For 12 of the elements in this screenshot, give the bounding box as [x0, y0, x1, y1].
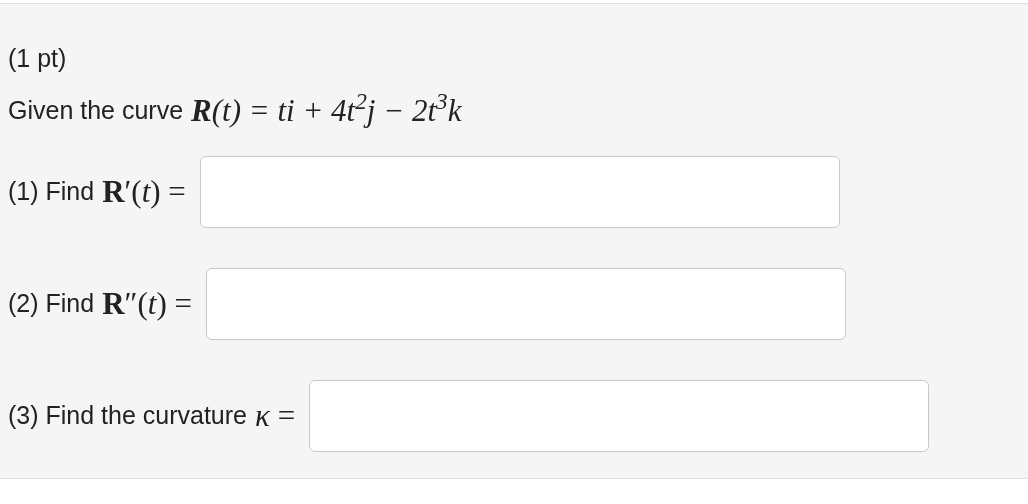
curve-formula: R(t) = ti + 4t$^{2}$j − 2t$^{3}$k	[191, 87, 462, 130]
answer-field[interactable]	[205, 268, 846, 340]
points-label: (1 pt)	[8, 43, 68, 74]
question-label: (1) Find	[8, 176, 95, 208]
question-formula: κ =	[255, 396, 296, 435]
question-label: (2) Find	[8, 288, 95, 320]
question-formula: R″(t) =	[102, 284, 192, 323]
answer-field[interactable]	[309, 380, 930, 452]
question-formula: R′(t) =	[102, 172, 186, 211]
question-label: (3) Find the curvature	[8, 400, 247, 432]
answer-field[interactable]	[199, 156, 840, 228]
intro-text: Given the curve	[8, 95, 184, 126]
